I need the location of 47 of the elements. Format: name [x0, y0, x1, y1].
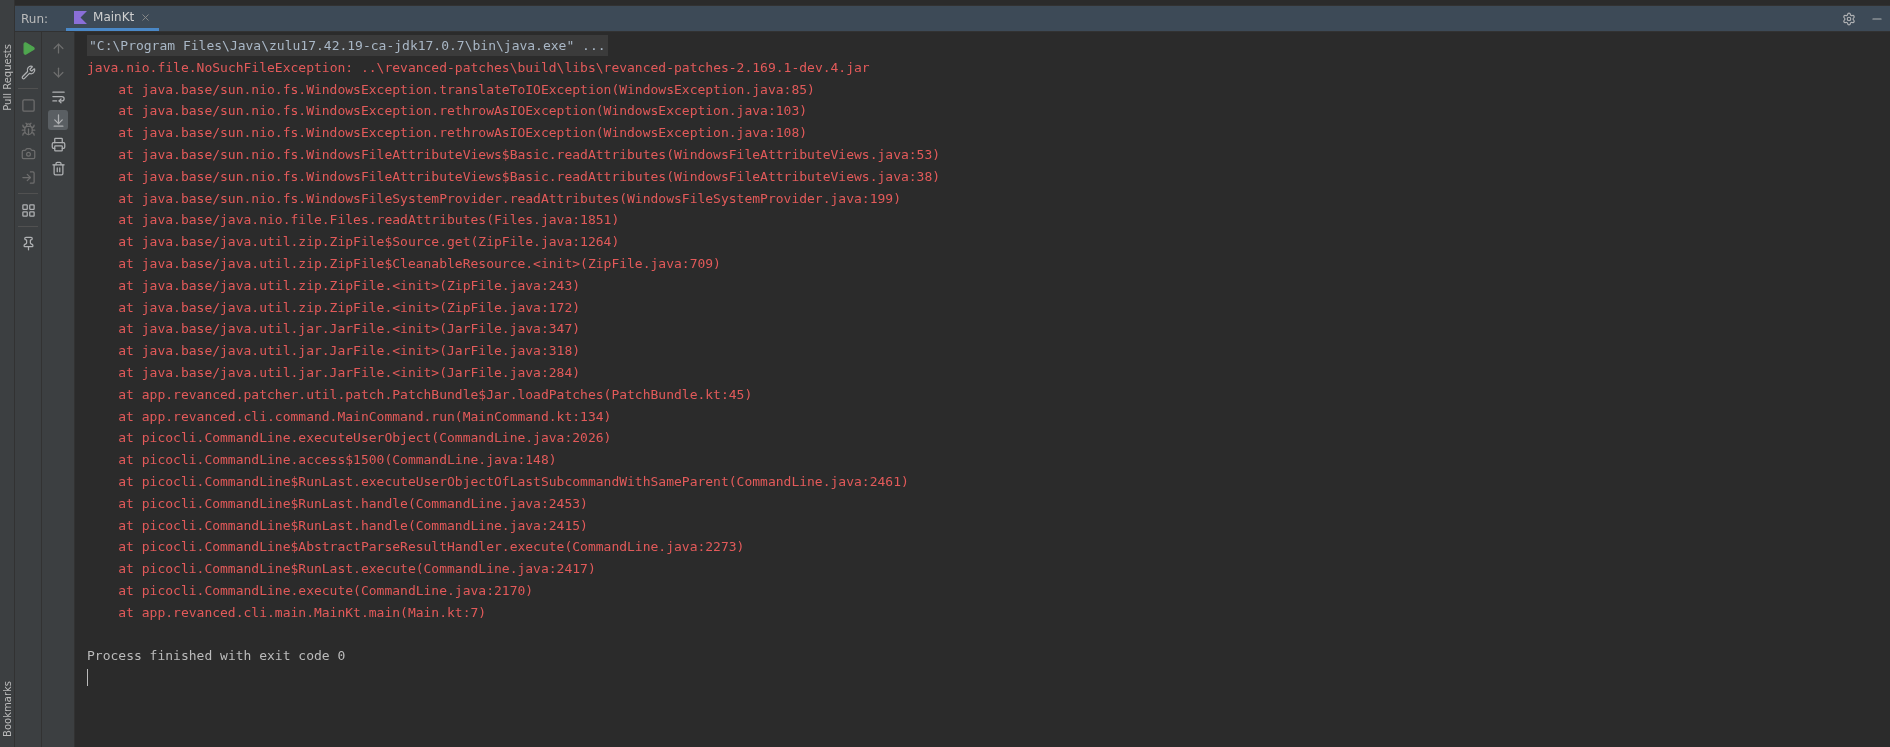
stack-frame: at picocli.CommandLine$RunLast.handle(CommandLine.java:2453): [118, 495, 588, 511]
run-label: Run:: [21, 11, 49, 26]
stack-frame: at picocli.CommandLine$RunLast.execute(CommandLine.java:2417): [118, 561, 596, 577]
down-arrow-icon: [50, 64, 66, 80]
stack-frame: at java.base/sun.nio.fs.WindowsFileAttributeViews$Basic.readAttributes(WindowsFileAttributeViews.java:53): [118, 147, 941, 162]
stack-frame: at picocli.CommandLine$AbstractParseResultHandler.execute(CommandLine.java:2273): [118, 539, 745, 555]
wrench-icon: [20, 64, 36, 80]
stack-frame: at java.base/java.util.jar.JarFile.<init>(JarFile.java:284): [118, 364, 581, 380]
camera-icon: [20, 145, 36, 161]
bug-icon: [20, 121, 36, 137]
stack-frame: at java.base/java.util.zip.ZipFile$Source.get(ZipFile.java:1264): [118, 234, 620, 250]
close-icon[interactable]: [140, 11, 152, 23]
stack-frame: at picocli.CommandLine$RunLast.handle(CommandLine.java:2415): [118, 517, 588, 533]
stack-frame: at java.base/java.util.zip.ZipFile.<init>(ZipFile.java:243): [118, 277, 581, 293]
stack-frame: at java.base/sun.nio.fs.WindowsFileSystemProvider.readAttributes(WindowsFileSystemProvider.java:199): [118, 190, 901, 206]
run-icon: [20, 40, 36, 56]
stack-frame: at app.revanced.cli.main.MainKt.main(Main.kt:7): [118, 604, 487, 620]
stack-frame: at java.base/java.util.zip.ZipFile$CleanableResource.<init>(ZipFile.java:709): [118, 255, 721, 271]
scroll-to-end-button[interactable]: [48, 110, 68, 130]
stack-frame: at java.base/sun.nio.fs.WindowsException.rethrowAsIOException(WindowsException.java:108): [118, 125, 808, 141]
stack-frame: at picocli.CommandLine.access$1500(CommandLine.java:148): [118, 452, 557, 468]
stack-frame: at java.base/java.util.jar.JarFile.<init>(JarFile.java:318): [118, 343, 581, 359]
pull-requests-tab[interactable]: Pull Requests: [1, 44, 13, 111]
stack-frame: at java.base/sun.nio.fs.WindowsException.rethrowAsIOException(WindowsException.java:103): [118, 103, 808, 119]
process-status: Process finished with exit code 0: [87, 648, 346, 664]
stack-frame: at app.revanced.cli.command.MainCommand.run(MainCommand.kt:134): [118, 408, 612, 424]
exception-message: java.nio.file.NoSuchFileException: ..\revanced-patches\build\libs\revanced-patches-2.169.1-dev.4.jar: [87, 59, 870, 75]
stack-frame: at java.base/sun.nio.fs.WindowsException.translateToIOException(WindowsException.java:85): [118, 81, 815, 97]
stop-icon: [20, 97, 36, 113]
login-icon: [20, 169, 36, 185]
stack-frame: at java.base/sun.nio.fs.WindowsFileAttributeViews$Basic.readAttributes(WindowsFileAttributeViews.java:38): [118, 168, 941, 184]
soft-wrap-icon: [50, 88, 66, 104]
stack-frame: at picocli.CommandLine.execute(CommandLine.java:2170): [118, 582, 534, 598]
text-cursor: [87, 669, 88, 687]
stack-frame: at java.base/java.nio.file.Files.readAttributes(Files.java:1851): [118, 212, 620, 228]
trash-icon: [50, 160, 66, 176]
print-icon: [50, 136, 66, 152]
kotlin-logo-icon: [74, 10, 88, 24]
bookmarks-tab[interactable]: Bookmarks: [1, 681, 13, 737]
stack-frame: at picocli.CommandLine$RunLast.executeUserObjectOfLastSubcommandWithSameParent(CommandLine.java:2461): [118, 473, 909, 489]
layout-icon: [20, 202, 36, 218]
stack-frame: at app.revanced.patcher.util.patch.PatchBundle$Jar.loadPatches(PatchBundle.kt:45): [118, 386, 753, 402]
stack-frame: at java.base/java.util.jar.JarFile.<init>(JarFile.java:347): [118, 321, 581, 337]
pin-icon: [20, 235, 36, 251]
stack-frame: at java.base/java.util.zip.ZipFile.<init>(ZipFile.java:172): [118, 299, 581, 315]
stack-frame: at picocli.CommandLine.executeUserObject(CommandLine.java:2026): [118, 430, 612, 446]
settings-icon[interactable]: [1842, 11, 1856, 26]
